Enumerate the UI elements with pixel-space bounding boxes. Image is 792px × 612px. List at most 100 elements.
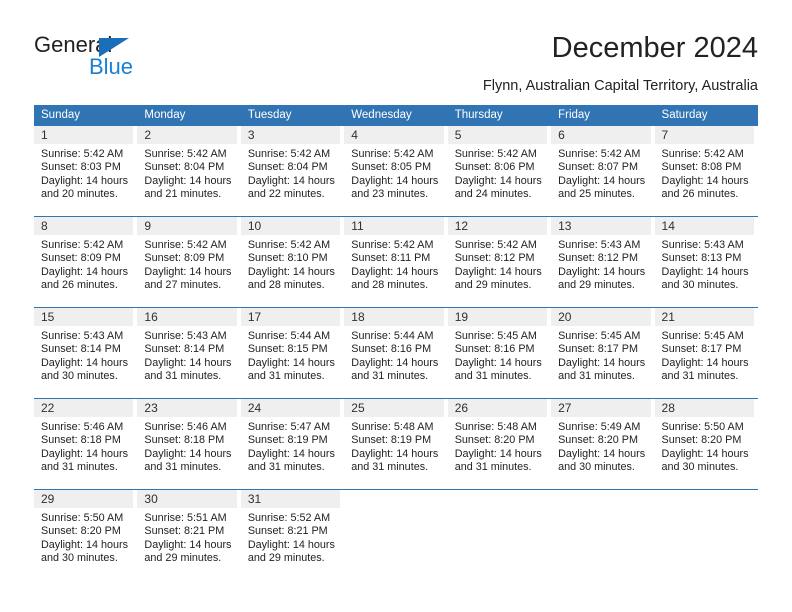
day-cell[interactable]: 31 Sunrise: 5:52 AM Sunset: 8:21 PM Dayl…	[240, 490, 344, 580]
weekday-header-row: Sunday Monday Tuesday Wednesday Thursday…	[34, 105, 758, 126]
day-cell[interactable]: 3 Sunrise: 5:42 AM Sunset: 8:04 PM Dayli…	[240, 126, 344, 216]
day-cell[interactable]: 16 Sunrise: 5:43 AM Sunset: 8:14 PM Dayl…	[137, 308, 240, 398]
day-cell-empty	[448, 490, 551, 580]
day-cell[interactable]: 7 Sunrise: 5:42 AM Sunset: 8:08 PM Dayli…	[654, 126, 758, 216]
day-details: Sunrise: 5:42 AM Sunset: 8:07 PM Dayligh…	[551, 144, 650, 202]
day-cell[interactable]: 23 Sunrise: 5:46 AM Sunset: 8:18 PM Dayl…	[137, 399, 240, 489]
day-number: 6	[558, 128, 565, 142]
daylight-text-line1: Daylight: 14 hours	[247, 447, 335, 460]
week-row: 22 Sunrise: 5:46 AM Sunset: 8:18 PM Dayl…	[34, 398, 758, 489]
sunrise-text: Sunrise: 5:47 AM	[247, 421, 331, 433]
day-cell[interactable]: 11 Sunrise: 5:42 AM Sunset: 8:11 PM Dayl…	[344, 217, 447, 307]
day-cell[interactable]: 2 Sunrise: 5:42 AM Sunset: 8:04 PM Dayli…	[137, 126, 240, 216]
day-cell[interactable]: 14 Sunrise: 5:43 AM Sunset: 8:13 PM Dayl…	[654, 217, 758, 307]
daylight-text-line2: and 29 minutes.	[454, 279, 532, 292]
daylight-text-line2: and 27 minutes.	[144, 279, 222, 292]
daylight-text-line2: and 20 minutes.	[41, 188, 118, 201]
day-details: Sunrise: 5:42 AM Sunset: 8:10 PM Dayligh…	[241, 235, 340, 293]
day-cell[interactable]: 9 Sunrise: 5:42 AM Sunset: 8:09 PM Dayli…	[137, 217, 240, 307]
day-cell[interactable]: 17 Sunrise: 5:44 AM Sunset: 8:15 PM Dayl…	[240, 308, 344, 398]
day-cell[interactable]: 22 Sunrise: 5:46 AM Sunset: 8:18 PM Dayl…	[34, 399, 137, 489]
sunset-text: Sunset: 8:05 PM	[351, 161, 432, 174]
sunset-text: Sunset: 8:08 PM	[661, 161, 742, 174]
sunrise-text: Sunrise: 5:45 AM	[661, 330, 744, 342]
day-number-band: 30	[137, 490, 237, 508]
day-details: Sunrise: 5:42 AM Sunset: 8:09 PM Dayligh…	[137, 235, 236, 293]
day-details: Sunrise: 5:42 AM Sunset: 8:12 PM Dayligh…	[448, 235, 547, 293]
day-cell[interactable]: 5 Sunrise: 5:42 AM Sunset: 8:06 PM Dayli…	[447, 126, 551, 216]
day-number-band: 5	[447, 126, 548, 144]
day-number-band: 18	[344, 308, 444, 326]
daylight-text-line1: Daylight: 14 hours	[144, 538, 232, 551]
daylight-text-line1: Daylight: 14 hours	[454, 174, 542, 187]
daylight-text-line2: and 31 minutes.	[144, 370, 222, 383]
day-details: Sunrise: 5:45 AM Sunset: 8:17 PM Dayligh…	[551, 326, 650, 384]
day-cell[interactable]: 25 Sunrise: 5:48 AM Sunset: 8:19 PM Dayl…	[344, 399, 447, 489]
day-number: 9	[144, 219, 152, 233]
day-cell[interactable]: 29 Sunrise: 5:50 AM Sunset: 8:20 PM Dayl…	[34, 490, 137, 580]
day-cell[interactable]: 8 Sunrise: 5:42 AM Sunset: 8:09 PM Dayli…	[34, 217, 137, 307]
sunrise-text: Sunrise: 5:44 AM	[351, 330, 434, 342]
day-number: 11	[351, 219, 364, 233]
day-cell[interactable]: 10 Sunrise: 5:42 AM Sunset: 8:10 PM Dayl…	[240, 217, 344, 307]
day-cell[interactable]: 13 Sunrise: 5:43 AM Sunset: 8:12 PM Dayl…	[551, 217, 654, 307]
sunset-text: Sunset: 8:09 PM	[41, 252, 121, 265]
day-number-band: 12	[447, 217, 548, 235]
day-number-band: 22	[34, 399, 134, 417]
day-cell[interactable]: 18 Sunrise: 5:44 AM Sunset: 8:16 PM Dayl…	[344, 308, 447, 398]
day-number: 8	[41, 219, 48, 233]
daylight-text-line1: Daylight: 14 hours	[247, 265, 335, 278]
day-cell[interactable]: 6 Sunrise: 5:42 AM Sunset: 8:07 PM Dayli…	[551, 126, 654, 216]
daylight-text-line2: and 26 minutes.	[41, 279, 118, 292]
day-cell[interactable]: 12 Sunrise: 5:42 AM Sunset: 8:12 PM Dayl…	[447, 217, 551, 307]
daylight-text-line2: and 28 minutes.	[247, 279, 325, 292]
calendar-page: General Blue December 2024 Flynn, Austra…	[0, 0, 792, 612]
day-cell[interactable]: 30 Sunrise: 5:51 AM Sunset: 8:21 PM Dayl…	[137, 490, 240, 580]
sunrise-text: Sunrise: 5:42 AM	[41, 148, 124, 160]
day-number: 16	[144, 310, 158, 324]
day-number: 22	[41, 401, 55, 415]
daylight-text-line1: Daylight: 14 hours	[351, 265, 439, 278]
daylight-text-line1: Daylight: 14 hours	[144, 356, 232, 369]
daylight-text-line1: Daylight: 14 hours	[454, 265, 542, 278]
weekday-header-friday: Friday	[558, 109, 591, 121]
day-details: Sunrise: 5:48 AM Sunset: 8:20 PM Dayligh…	[448, 417, 547, 475]
daylight-text-line1: Daylight: 14 hours	[247, 174, 335, 187]
day-number: 24	[247, 401, 262, 415]
day-details: Sunrise: 5:50 AM Sunset: 8:20 PM Dayligh…	[34, 508, 133, 566]
daylight-text-line1: Daylight: 14 hours	[351, 447, 439, 460]
day-cell[interactable]: 15 Sunrise: 5:43 AM Sunset: 8:14 PM Dayl…	[34, 308, 137, 398]
day-details: Sunrise: 5:42 AM Sunset: 8:08 PM Dayligh…	[655, 144, 754, 202]
sunset-text: Sunset: 8:17 PM	[661, 343, 742, 356]
day-number-band: 20	[551, 308, 651, 326]
sunrise-text: Sunrise: 5:43 AM	[661, 239, 744, 251]
day-cell[interactable]: 28 Sunrise: 5:50 AM Sunset: 8:20 PM Dayl…	[654, 399, 758, 489]
daylight-text-line1: Daylight: 14 hours	[144, 265, 232, 278]
day-cell[interactable]: 26 Sunrise: 5:48 AM Sunset: 8:20 PM Dayl…	[447, 399, 551, 489]
day-cell[interactable]: 1 Sunrise: 5:42 AM Sunset: 8:03 PM Dayli…	[34, 126, 137, 216]
daylight-text-line1: Daylight: 14 hours	[41, 174, 129, 187]
sunrise-text: Sunrise: 5:42 AM	[41, 239, 124, 251]
daylight-text-line1: Daylight: 14 hours	[247, 538, 335, 551]
day-cell[interactable]: 21 Sunrise: 5:45 AM Sunset: 8:17 PM Dayl…	[654, 308, 758, 398]
sunset-text: Sunset: 8:12 PM	[454, 252, 535, 265]
day-cell[interactable]: 20 Sunrise: 5:45 AM Sunset: 8:17 PM Dayl…	[551, 308, 654, 398]
sunrise-text: Sunrise: 5:42 AM	[558, 148, 641, 160]
page-title: December 2024	[551, 32, 758, 64]
day-cell[interactable]: 27 Sunrise: 5:49 AM Sunset: 8:20 PM Dayl…	[551, 399, 654, 489]
day-number-band: 27	[551, 399, 651, 417]
daylight-text-line2: and 30 minutes.	[41, 552, 118, 565]
day-cell[interactable]: 24 Sunrise: 5:47 AM Sunset: 8:19 PM Dayl…	[240, 399, 344, 489]
day-number: 18	[351, 310, 365, 324]
day-cell[interactable]: 19 Sunrise: 5:45 AM Sunset: 8:16 PM Dayl…	[447, 308, 551, 398]
week-row: 15 Sunrise: 5:43 AM Sunset: 8:14 PM Dayl…	[34, 307, 758, 398]
sunrise-text: Sunrise: 5:42 AM	[661, 148, 744, 160]
sunset-text: Sunset: 8:16 PM	[454, 343, 535, 356]
day-details: Sunrise: 5:44 AM Sunset: 8:15 PM Dayligh…	[241, 326, 340, 384]
day-cell[interactable]: 4 Sunrise: 5:42 AM Sunset: 8:05 PM Dayli…	[344, 126, 447, 216]
sunset-text: Sunset: 8:09 PM	[144, 252, 225, 265]
day-details: Sunrise: 5:42 AM Sunset: 8:11 PM Dayligh…	[344, 235, 443, 293]
daylight-text-line1: Daylight: 14 hours	[144, 174, 232, 187]
sunset-text: Sunset: 8:06 PM	[454, 161, 535, 174]
sunset-text: Sunset: 8:13 PM	[661, 252, 742, 265]
